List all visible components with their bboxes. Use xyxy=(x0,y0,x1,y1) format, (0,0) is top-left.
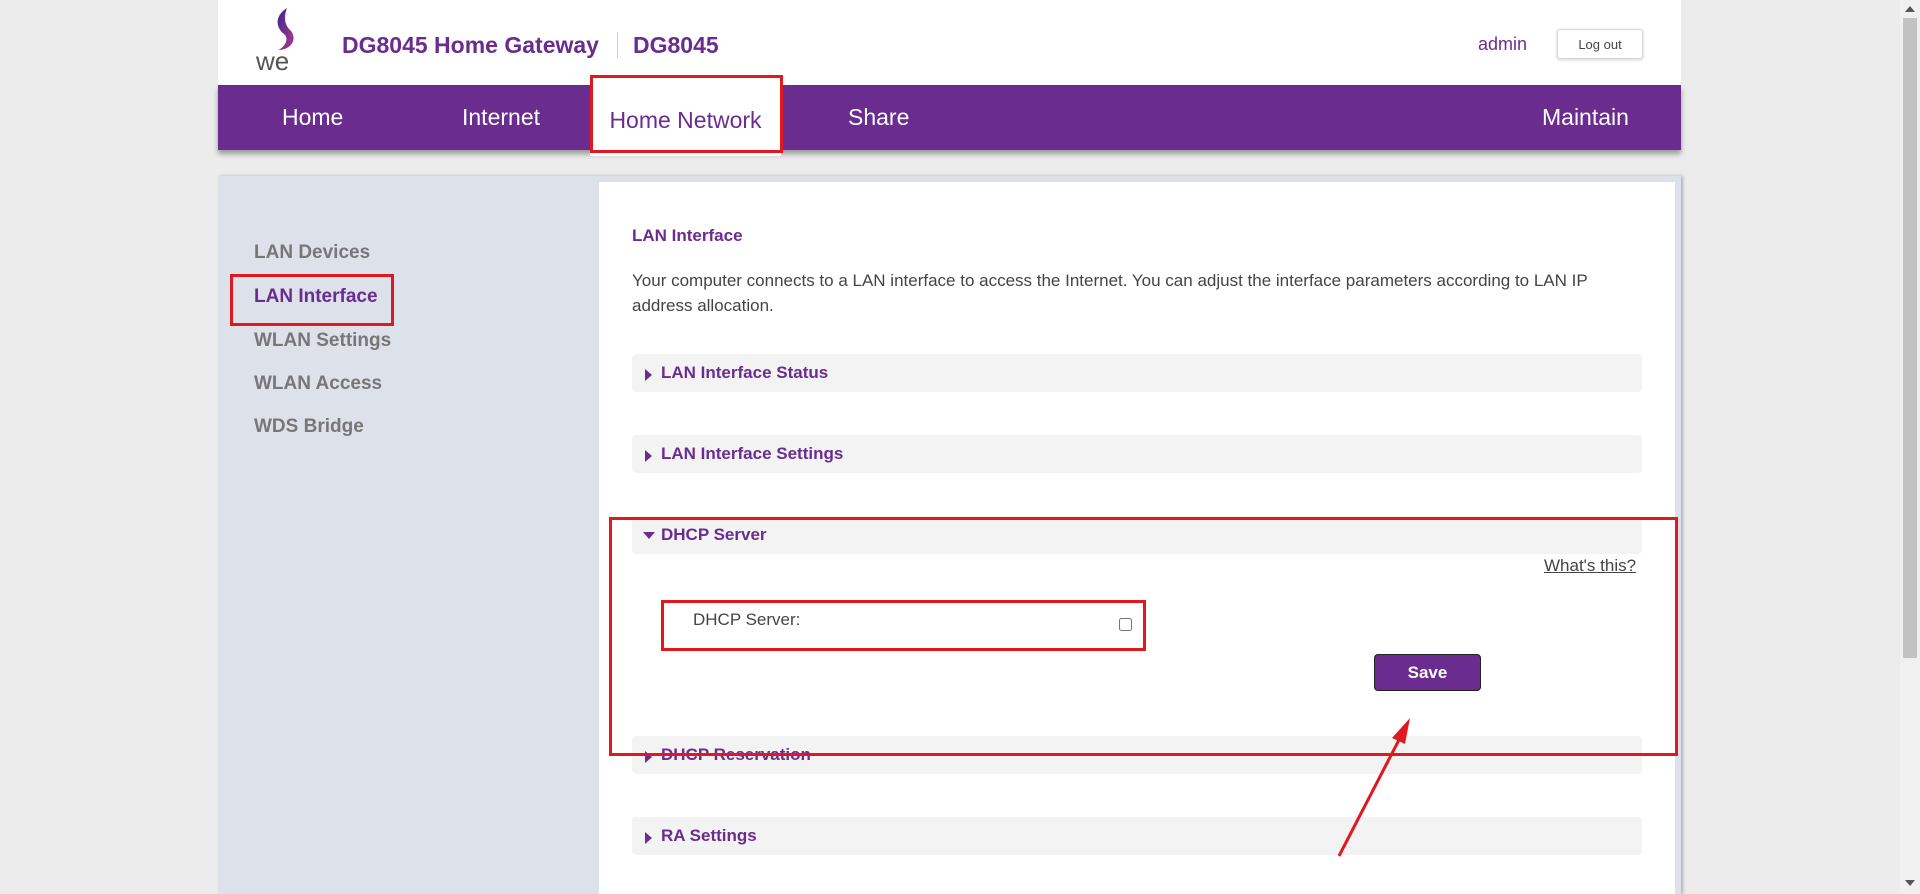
logout-button[interactable]: Log out xyxy=(1557,29,1643,59)
title-divider xyxy=(617,32,618,58)
section-lan-interface-settings[interactable]: LAN Interface Settings xyxy=(632,435,1642,473)
dhcp-server-checkbox[interactable] xyxy=(1119,618,1132,631)
caret-down-icon xyxy=(643,532,655,539)
header-bar: we DG8045 Home Gateway DG8045 admin Log … xyxy=(218,0,1681,85)
sidebar-item-wlan-access[interactable]: WLAN Access xyxy=(254,373,382,395)
content-panel: LAN Interface Your computer connects to … xyxy=(599,182,1675,894)
section-label: LAN Interface Settings xyxy=(661,444,844,463)
scroll-down-arrow-icon[interactable] xyxy=(1905,880,1915,886)
section-label: DHCP Reservation xyxy=(661,745,811,764)
nav-share[interactable]: Share xyxy=(848,85,909,150)
section-dhcp-reservation[interactable]: DHCP Reservation xyxy=(632,736,1642,774)
section-label: LAN Interface Status xyxy=(661,363,829,382)
nav-maintain[interactable]: Maintain xyxy=(1542,85,1629,150)
caret-right-icon xyxy=(645,369,652,381)
section-label: DHCP Server xyxy=(661,525,767,544)
sidebar-item-wds-bridge[interactable]: WDS Bridge xyxy=(254,416,364,438)
scroll-up-arrow-icon[interactable] xyxy=(1905,6,1915,12)
sidebar-item-lan-interface[interactable]: LAN Interface xyxy=(254,286,378,308)
page-title: LAN Interface xyxy=(632,226,743,245)
dhcp-server-label: DHCP Server: xyxy=(693,610,801,629)
caret-right-icon xyxy=(645,450,652,462)
nav-home[interactable]: Home xyxy=(282,85,343,150)
caret-right-icon xyxy=(645,751,652,763)
nav-home-network[interactable]: Home Network xyxy=(590,76,781,156)
sidebar-item-wlan-settings[interactable]: WLAN Settings xyxy=(254,330,391,352)
username-link[interactable]: admin xyxy=(1478,34,1527,55)
section-lan-interface-status[interactable]: LAN Interface Status xyxy=(632,354,1642,392)
section-ra-settings[interactable]: RA Settings xyxy=(632,817,1642,855)
we-logo: we xyxy=(255,8,294,74)
main-nav: Home Internet Home Network Share Maintai… xyxy=(218,76,1681,156)
model-name: DG8045 xyxy=(633,32,719,58)
svg-text:we: we xyxy=(255,46,289,74)
page-description: Your computer connects to a LAN interfac… xyxy=(632,271,1588,315)
whats-this-link[interactable]: What's this? xyxy=(1544,556,1636,576)
nav-internet[interactable]: Internet xyxy=(462,85,540,150)
page-scrollbar[interactable] xyxy=(1900,0,1920,894)
sidebar-item-lan-devices[interactable]: LAN Devices xyxy=(254,242,370,264)
caret-right-icon xyxy=(645,832,652,844)
scroll-thumb[interactable] xyxy=(1903,18,1917,658)
save-button[interactable]: Save xyxy=(1374,654,1481,691)
section-dhcp-server[interactable]: DHCP Server xyxy=(632,516,1642,554)
app-title: DG8045 Home Gateway xyxy=(342,32,599,58)
section-label: RA Settings xyxy=(661,826,757,845)
